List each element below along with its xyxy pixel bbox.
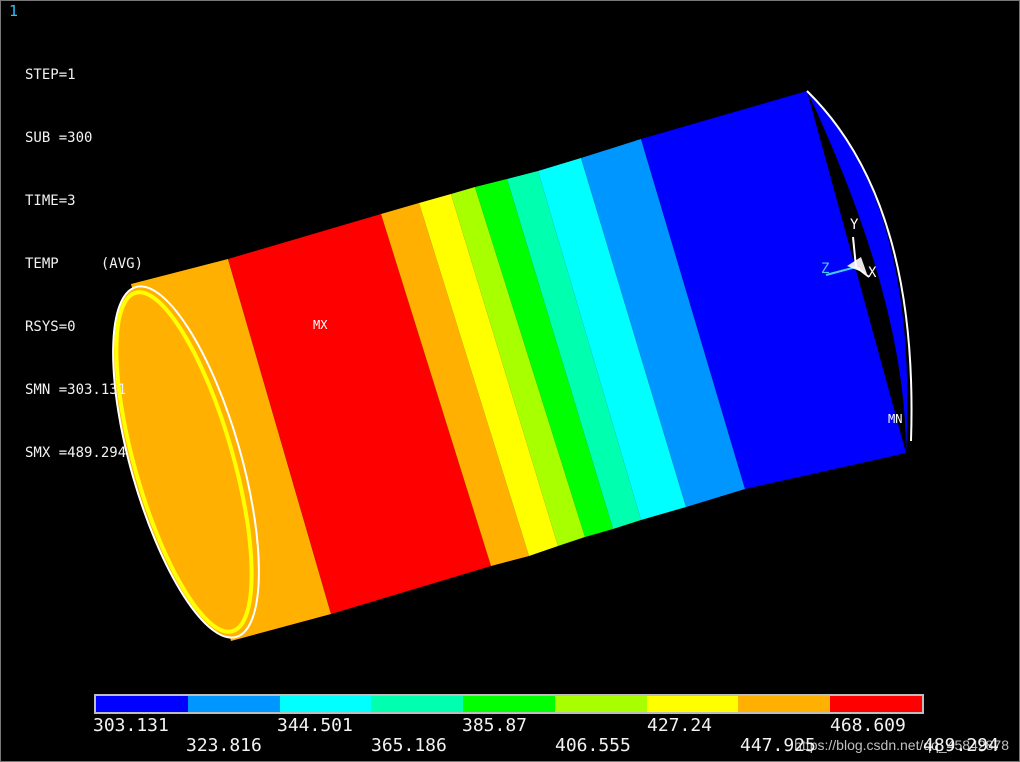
legend-label-upper-3: 385.87 [462,715,528,736]
result-contour-view[interactable]: Y X Z [1,1,1019,761]
legend-segment-3 [279,696,372,712]
legend-segment-9 [830,696,923,712]
legend-label-lower-2: 365.186 [371,735,447,756]
legend-label-lower-3: 406.555 [555,735,631,756]
triad-label-y: Y [850,217,859,233]
legend-label-upper-5: 468.609 [830,715,906,736]
legend-label-upper-2: 344.501 [277,715,353,736]
legend-segment-7 [646,696,739,712]
result-info-block: STEP=1 SUB =300 TIME=3 TEMP (AVG) RSYS=0… [25,23,143,506]
legend-label-upper-1: 303.131 [93,715,169,736]
legend-segment-2 [187,696,280,712]
watermark-text: https://blog.csdn.net/qq_45842878 [794,737,1009,753]
legend-segment-6 [554,696,647,712]
legend-label-upper-4: 427.24 [647,715,713,736]
triad-label-x: X [868,265,877,281]
info-smn: SMN =303.131 [25,382,127,398]
callout-mn: MN [888,412,903,426]
legend-segment-5 [463,696,555,712]
info-step: STEP=1 [25,67,76,83]
triad-label-z: Z [821,261,829,277]
window-number: 1 [9,2,19,20]
info-rsys: RSYS=0 [25,319,76,335]
legend-segment-1 [96,696,188,712]
contour-legend-bar [94,694,924,714]
info-time: TIME=3 [25,193,76,209]
info-sub: SUB =300 [25,130,93,146]
legend-segment-4 [371,696,464,712]
info-temp: TEMP (AVG) [25,256,144,272]
info-smx: SMX =489.294 [25,445,127,461]
graphics-window[interactable]: Y X Z 1 STEP=1 SUB =300 TIME=3 TEMP (AVG… [0,0,1020,762]
legend-label-lower-1: 323.816 [186,735,262,756]
legend-segment-8 [738,696,831,712]
callout-mx: MX [313,318,328,332]
